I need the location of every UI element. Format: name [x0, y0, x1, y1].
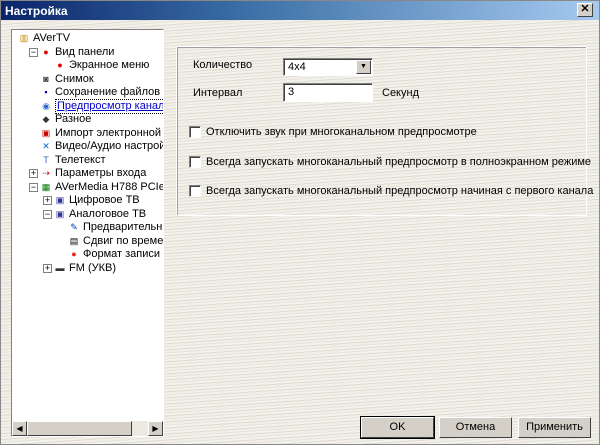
tree-item-label: Снимок — [55, 72, 94, 85]
tree-item[interactable]: ▥ AVerTV — [18, 32, 70, 45]
tree-item-label: Видео/Аудио настройки — [55, 140, 163, 152]
avertv-icon: ▥ — [19, 33, 29, 43]
tools-icon: ✕ — [42, 141, 50, 151]
title-bar: Настройка ✕ — [1, 1, 599, 20]
chevron-down-icon[interactable]: ▼ — [356, 60, 371, 74]
interval-input[interactable]: 3 — [283, 83, 373, 102]
interval-unit: Секунд — [382, 87, 419, 99]
expand-icon[interactable]: + — [43, 263, 52, 273]
panel-view-icon: ● — [43, 46, 49, 57]
tree-item[interactable]: T Телетекст — [40, 153, 106, 167]
tree-item-label: Предпросмотр каналов — [55, 98, 163, 114]
window-title: Настройка — [5, 4, 68, 18]
tree-item[interactable]: ● Экранное меню — [54, 59, 149, 72]
tuner-card-icon: ▦ — [41, 181, 51, 192]
mute-checkbox[interactable] — [189, 126, 201, 138]
expand-icon[interactable]: + — [29, 169, 38, 178]
tree-item[interactable]: ▣ Аналоговое ТВ — [54, 208, 146, 221]
fullscreen-checkbox-label[interactable]: Всегда запускать многоканальный предпрос… — [206, 156, 591, 168]
tree-item[interactable]: ▬ FM (УКВ) — [54, 261, 117, 275]
tree-item[interactable]: ✕ Видео/Аудио настройки — [40, 140, 163, 153]
tree-item-label: Формат записи — [83, 248, 161, 260]
osd-menu-icon: ● — [57, 60, 63, 70]
tree-item[interactable]: ▦ AVerMedia H788 PCIe Hybi — [40, 180, 164, 194]
misc-icon: ◆ — [42, 114, 50, 124]
apply-button[interactable]: Применить — [518, 417, 591, 438]
tree-item[interactable]: ● Формат записи — [68, 248, 160, 261]
tree-item[interactable]: ⇢ Параметры входа — [40, 167, 146, 180]
tree-item-label: Предварительный — [83, 221, 163, 233]
horizontal-scrollbar[interactable]: ◀ ▶ — [12, 421, 163, 436]
tree-item[interactable]: ● Вид панели — [40, 46, 114, 59]
tree-item[interactable]: ◆ Разное — [40, 113, 92, 126]
tree-item-label: Сохранение файлов — [55, 86, 161, 98]
collapse-icon[interactable]: − — [29, 182, 38, 192]
floppy-disk-icon: ▪ — [44, 87, 48, 97]
count-label: Количество — [193, 59, 253, 71]
collapse-icon[interactable]: − — [29, 47, 38, 57]
tree-item[interactable]: ▤ Сдвиг по времени — [68, 234, 164, 248]
scroll-track[interactable] — [27, 421, 148, 436]
mute-checkbox-label[interactable]: Отключить звук при многоканальном предпр… — [206, 126, 477, 138]
teletext-icon: T — [43, 154, 49, 165]
schedule-icon: ✎ — [70, 222, 78, 232]
tv-ch-icon: ▣ — [55, 195, 65, 205]
tree-item[interactable]: ◙ Снимок — [40, 72, 94, 86]
settings-dialog: Настройка ✕ ◀ ▶ ▥ AVerTV ● Вид панели − ● Экра… — [0, 0, 600, 445]
tree-item[interactable]: ✎ Предварительный — [68, 221, 163, 234]
close-button[interactable]: ✕ — [577, 3, 593, 17]
count-value: 4x4 — [288, 61, 306, 73]
tree-item-label: Цифровое ТВ — [69, 194, 140, 206]
scroll-right-button[interactable]: ▶ — [148, 421, 163, 436]
timeshift-icon: ▤ — [69, 235, 79, 246]
tree-item-label: Аналоговое ТВ — [69, 207, 147, 220]
eye-icon: ◉ — [42, 100, 50, 111]
tree-item-label: FM (УКВ) — [69, 261, 116, 274]
tree-item-label: Телетекст — [55, 153, 106, 166]
tree-item-label: Параметры входа — [55, 167, 147, 179]
epg-import-icon: ▣ — [41, 127, 51, 138]
tree-item-label: Разное — [55, 113, 92, 125]
record-icon: ● — [71, 249, 77, 259]
radio-icon: ▬ — [55, 262, 65, 273]
tree-item[interactable]: ▣ Цифровое ТВ — [54, 194, 140, 207]
expand-icon[interactable]: + — [43, 196, 52, 205]
tree-item[interactable]: ◉ Предпросмотр каналов — [40, 98, 163, 114]
interval-label: Интервал — [193, 87, 243, 99]
tree-item-label: AVerTV — [33, 32, 71, 44]
tree-item-label: Сдвиг по времени — [83, 234, 164, 247]
cancel-button[interactable]: Отмена — [439, 417, 512, 438]
tree-item-label: Вид панели — [55, 45, 115, 58]
scroll-left-button[interactable]: ◀ — [12, 421, 27, 436]
tree-item-label: Экранное меню — [69, 59, 150, 71]
ok-button[interactable]: OK — [360, 416, 435, 439]
collapse-icon[interactable]: − — [43, 209, 52, 219]
settings-tree[interactable]: ◀ ▶ ▥ AVerTV ● Вид панели − ● Экранное меню ◙ Сн… — [11, 29, 164, 437]
tree-item[interactable]: ▪ Сохранение файлов — [40, 86, 160, 99]
first-channel-checkbox[interactable] — [189, 185, 201, 197]
tree-item-label: AVerMedia H788 PCIe Hybi — [55, 180, 164, 193]
tv-ch-icon: ▣ — [55, 208, 65, 219]
tree-item-label: Импорт электронной прог — [55, 126, 163, 139]
first-channel-checkbox-label[interactable]: Всегда запускать многоканальный предпрос… — [206, 185, 593, 197]
fullscreen-checkbox[interactable] — [189, 156, 201, 168]
tree-item[interactable]: ▣ Импорт электронной прог — [40, 126, 163, 140]
input-params-icon: ⇢ — [42, 168, 50, 178]
count-select[interactable]: 4x4 ▼ — [283, 58, 373, 76]
scroll-thumb[interactable] — [27, 421, 132, 436]
camera-icon: ◙ — [43, 73, 49, 84]
